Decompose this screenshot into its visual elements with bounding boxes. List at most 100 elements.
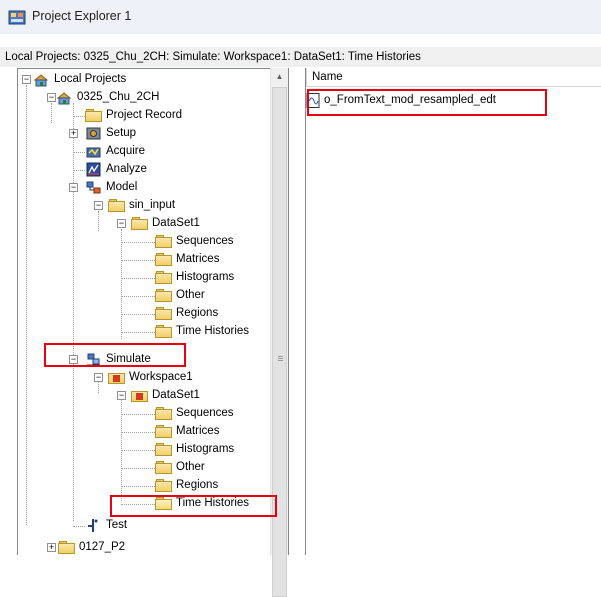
window-title: Project Explorer 1 xyxy=(32,9,132,23)
collapse-button[interactable]: − xyxy=(117,219,126,228)
tree-line xyxy=(121,504,155,505)
tree-line xyxy=(121,332,155,333)
tree-line xyxy=(121,414,155,415)
tree-item-label: Setup xyxy=(106,127,137,139)
tree-line xyxy=(73,152,85,153)
list-item-label: o_FromText_mod_resampled_edt xyxy=(324,94,496,106)
simulate-icon xyxy=(87,353,100,366)
tree-item-label: sin_input xyxy=(129,199,176,211)
tree-line xyxy=(73,103,74,355)
path-text: Local Projects: 0325_Chu_2CH: Simulate: … xyxy=(5,51,421,63)
tree-line xyxy=(26,85,27,525)
tree-line xyxy=(121,391,122,501)
folder-icon xyxy=(155,442,172,457)
tree-item-label: Other xyxy=(176,461,205,473)
project-tree[interactable]: − Local Projects − 0325_Chu_2CH Project … xyxy=(17,68,289,555)
grip-icon xyxy=(278,356,283,357)
project-explorer-icon xyxy=(8,10,26,25)
workspace-icon xyxy=(108,370,125,385)
tree-line xyxy=(121,260,155,261)
tree-line xyxy=(51,103,52,123)
folder-icon xyxy=(155,406,172,421)
tree-item-label: Analyze xyxy=(106,163,147,175)
tree-line xyxy=(121,486,155,487)
tree-scrollbar[interactable]: ▲ xyxy=(270,68,288,597)
expand-button[interactable]: + xyxy=(69,129,78,138)
folder-icon xyxy=(155,252,172,267)
folder-icon xyxy=(155,460,172,475)
column-header[interactable]: Name xyxy=(306,68,601,87)
tree-line xyxy=(73,359,74,521)
folder-icon xyxy=(155,234,172,249)
tree-item-label: DataSet1 xyxy=(152,217,200,229)
folder-icon xyxy=(155,270,172,285)
tree-line xyxy=(121,229,122,339)
tree-line xyxy=(121,314,155,315)
collapse-button[interactable]: − xyxy=(69,355,78,364)
column-header-name: Name xyxy=(312,71,343,83)
analyze-icon xyxy=(86,162,101,177)
tree-line xyxy=(73,116,85,117)
tree-line xyxy=(121,296,155,297)
collapse-button[interactable]: − xyxy=(94,201,103,210)
tree-item-label: 0325_Chu_2CH xyxy=(77,91,160,103)
tree-item-label: Sequences xyxy=(176,235,234,247)
tree-line xyxy=(121,450,155,451)
acquire-icon xyxy=(86,147,101,158)
workspace-icon xyxy=(131,388,148,403)
folder-icon xyxy=(131,216,148,231)
folder-icon xyxy=(155,424,172,439)
tree-item-label: Regions xyxy=(176,307,219,319)
project-icon xyxy=(56,92,72,105)
scroll-thumb[interactable] xyxy=(272,87,287,597)
tree-item-label: Histograms xyxy=(176,271,235,283)
folder-icon xyxy=(155,288,172,303)
collapse-button[interactable]: − xyxy=(94,373,103,382)
model-icon xyxy=(86,181,101,194)
project-group-icon xyxy=(33,74,49,87)
tree-line xyxy=(121,242,155,243)
tree-item-label: Sequences xyxy=(176,407,234,419)
path-bar: Local Projects: 0325_Chu_2CH: Simulate: … xyxy=(0,47,601,67)
tree-item-label: Histograms xyxy=(176,443,235,455)
folder-icon xyxy=(155,324,172,339)
file-list[interactable]: Name o_FromText_mod_resampled_edt xyxy=(305,68,601,555)
tree-item-label: Regions xyxy=(176,479,219,491)
tree-item-label: Simulate xyxy=(106,353,151,365)
tree-item-label: 0127_P2 xyxy=(79,541,126,553)
title-bar: Project Explorer 1 xyxy=(0,0,601,34)
tree-item-label: Matrices xyxy=(176,425,220,437)
collapse-button[interactable]: − xyxy=(69,183,78,192)
folder-icon xyxy=(155,478,172,493)
folder-icon xyxy=(155,306,172,321)
tree-line xyxy=(73,170,85,171)
tree-item-label: Test xyxy=(106,519,128,531)
tree-line xyxy=(98,211,99,231)
tree-item-label: Other xyxy=(176,289,205,301)
tree-item-label: DataSet1 xyxy=(152,389,200,401)
folder-icon xyxy=(85,108,102,123)
folder-icon xyxy=(108,198,125,213)
test-icon xyxy=(88,519,98,532)
setup-icon xyxy=(86,127,101,140)
open-folder-icon xyxy=(155,496,172,511)
tree-item-label: Workspace1 xyxy=(129,371,193,383)
tree-item-label: Time Histories xyxy=(176,497,250,509)
tree-line xyxy=(121,278,155,279)
column-divider xyxy=(306,68,307,86)
tree-item-label: Local Projects xyxy=(54,73,127,85)
collapse-button[interactable]: − xyxy=(117,391,126,400)
collapse-button[interactable]: − xyxy=(47,93,56,102)
folder-icon xyxy=(58,540,75,555)
tree-line xyxy=(73,526,85,527)
scroll-up-icon[interactable]: ▲ xyxy=(271,68,288,85)
tree-item-label: Model xyxy=(106,181,138,193)
expand-button[interactable]: + xyxy=(47,543,56,552)
collapse-button[interactable]: − xyxy=(22,75,31,84)
tree-item-label: Time Histories xyxy=(176,325,250,337)
tree-line xyxy=(121,432,155,433)
tree-line xyxy=(121,468,155,469)
tree-item-label: Project Record xyxy=(106,109,183,121)
tree-item-label: Matrices xyxy=(176,253,220,265)
time-history-file-icon xyxy=(306,93,320,108)
